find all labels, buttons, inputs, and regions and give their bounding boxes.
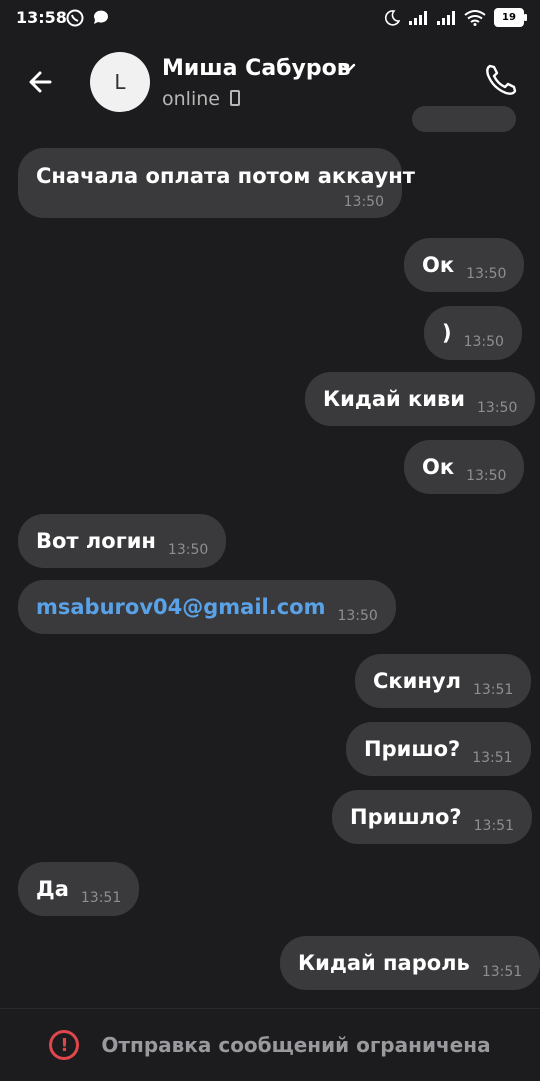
message-bubble[interactable]: Сначала оплата потом аккаунт 13:50 bbox=[18, 148, 415, 218]
message-time: 13:51 bbox=[80, 890, 122, 906]
message-bubble[interactable]: ) 13:50 bbox=[424, 306, 522, 360]
signal-icon bbox=[409, 10, 427, 25]
status-bar: 13:58 19 bbox=[0, 0, 540, 36]
chat-icon bbox=[93, 10, 108, 24]
restricted-notice: Отправка сообщений ограничена bbox=[101, 1033, 491, 1057]
message-time: 13:50 bbox=[466, 266, 507, 282]
message-text: Кидай киви bbox=[323, 387, 466, 411]
wifi-icon bbox=[464, 9, 486, 26]
chevron-down-icon[interactable] bbox=[342, 63, 356, 73]
message-bubble[interactable]: Вот логин 13:50 bbox=[18, 514, 227, 568]
message-bubble[interactable]: Да 13:51 bbox=[18, 862, 140, 916]
message-time: 13:50 bbox=[343, 194, 384, 210]
message-text: Да bbox=[36, 877, 69, 901]
message-time: 13:50 bbox=[167, 542, 209, 558]
status-time: 13:58 bbox=[16, 8, 67, 27]
message-time: 13:50 bbox=[466, 468, 507, 484]
message-bubble[interactable]: Ок 13:50 bbox=[404, 238, 525, 292]
mobile-device-icon bbox=[230, 90, 240, 106]
message-bubble[interactable]: Пришло? 13:51 bbox=[332, 790, 532, 844]
phone-icon[interactable] bbox=[480, 60, 520, 100]
avatar[interactable]: L bbox=[90, 52, 150, 112]
message-text: Сначала оплата потом аккаунт bbox=[36, 164, 415, 188]
contact-name[interactable]: Миша Сабуров bbox=[162, 56, 351, 81]
message-time: 13:51 bbox=[472, 750, 513, 766]
message-bubble[interactable]: Ок 13:50 bbox=[404, 440, 525, 494]
message-time: 13:50 bbox=[463, 334, 504, 350]
email-link[interactable]: msaburov04@gmail.com bbox=[36, 595, 325, 619]
message-bubble[interactable]: Пришо? 13:51 bbox=[346, 722, 531, 776]
message-text: ) bbox=[442, 321, 452, 345]
messaging-restricted-bar: ! Отправка сообщений ограничена bbox=[0, 1008, 540, 1081]
message-list[interactable]: Сначала оплата потом аккаунт 13:50 Ок 13… bbox=[0, 106, 540, 1000]
message-time: 13:51 bbox=[472, 682, 514, 698]
message-bubble[interactable]: Скинул 13:51 bbox=[355, 654, 532, 708]
battery-icon: 19 bbox=[494, 8, 527, 27]
message-bubble[interactable]: Кидай пароль 13:51 bbox=[280, 936, 540, 990]
message-bubble-partial bbox=[412, 106, 516, 132]
contact-status: online bbox=[162, 88, 220, 110]
message-time: 13:51 bbox=[481, 964, 523, 980]
alert-circle-icon: ! bbox=[49, 1030, 80, 1060]
message-text: Вот логин bbox=[36, 529, 156, 553]
signal-icon bbox=[437, 10, 455, 25]
message-bubble[interactable]: Кидай киви 13:50 bbox=[305, 372, 536, 426]
message-text: Кидай пароль bbox=[298, 951, 470, 975]
message-text: Скинул bbox=[373, 669, 461, 693]
back-arrow-icon[interactable] bbox=[22, 62, 62, 102]
moon-icon bbox=[384, 9, 400, 26]
message-text: Ок bbox=[422, 455, 455, 479]
message-text: Пришо? bbox=[364, 737, 461, 761]
message-text: Пришло? bbox=[350, 805, 462, 829]
notification-icons bbox=[66, 9, 110, 27]
whatsapp-icon bbox=[66, 9, 84, 27]
message-time: 13:50 bbox=[477, 400, 518, 416]
message-time: 13:51 bbox=[473, 818, 514, 834]
message-text: Ок bbox=[422, 253, 455, 277]
status-right-icons: 19 bbox=[384, 8, 527, 27]
message-bubble[interactable]: msaburov04@gmail.com 13:50 bbox=[18, 580, 396, 634]
message-time: 13:50 bbox=[337, 608, 378, 624]
